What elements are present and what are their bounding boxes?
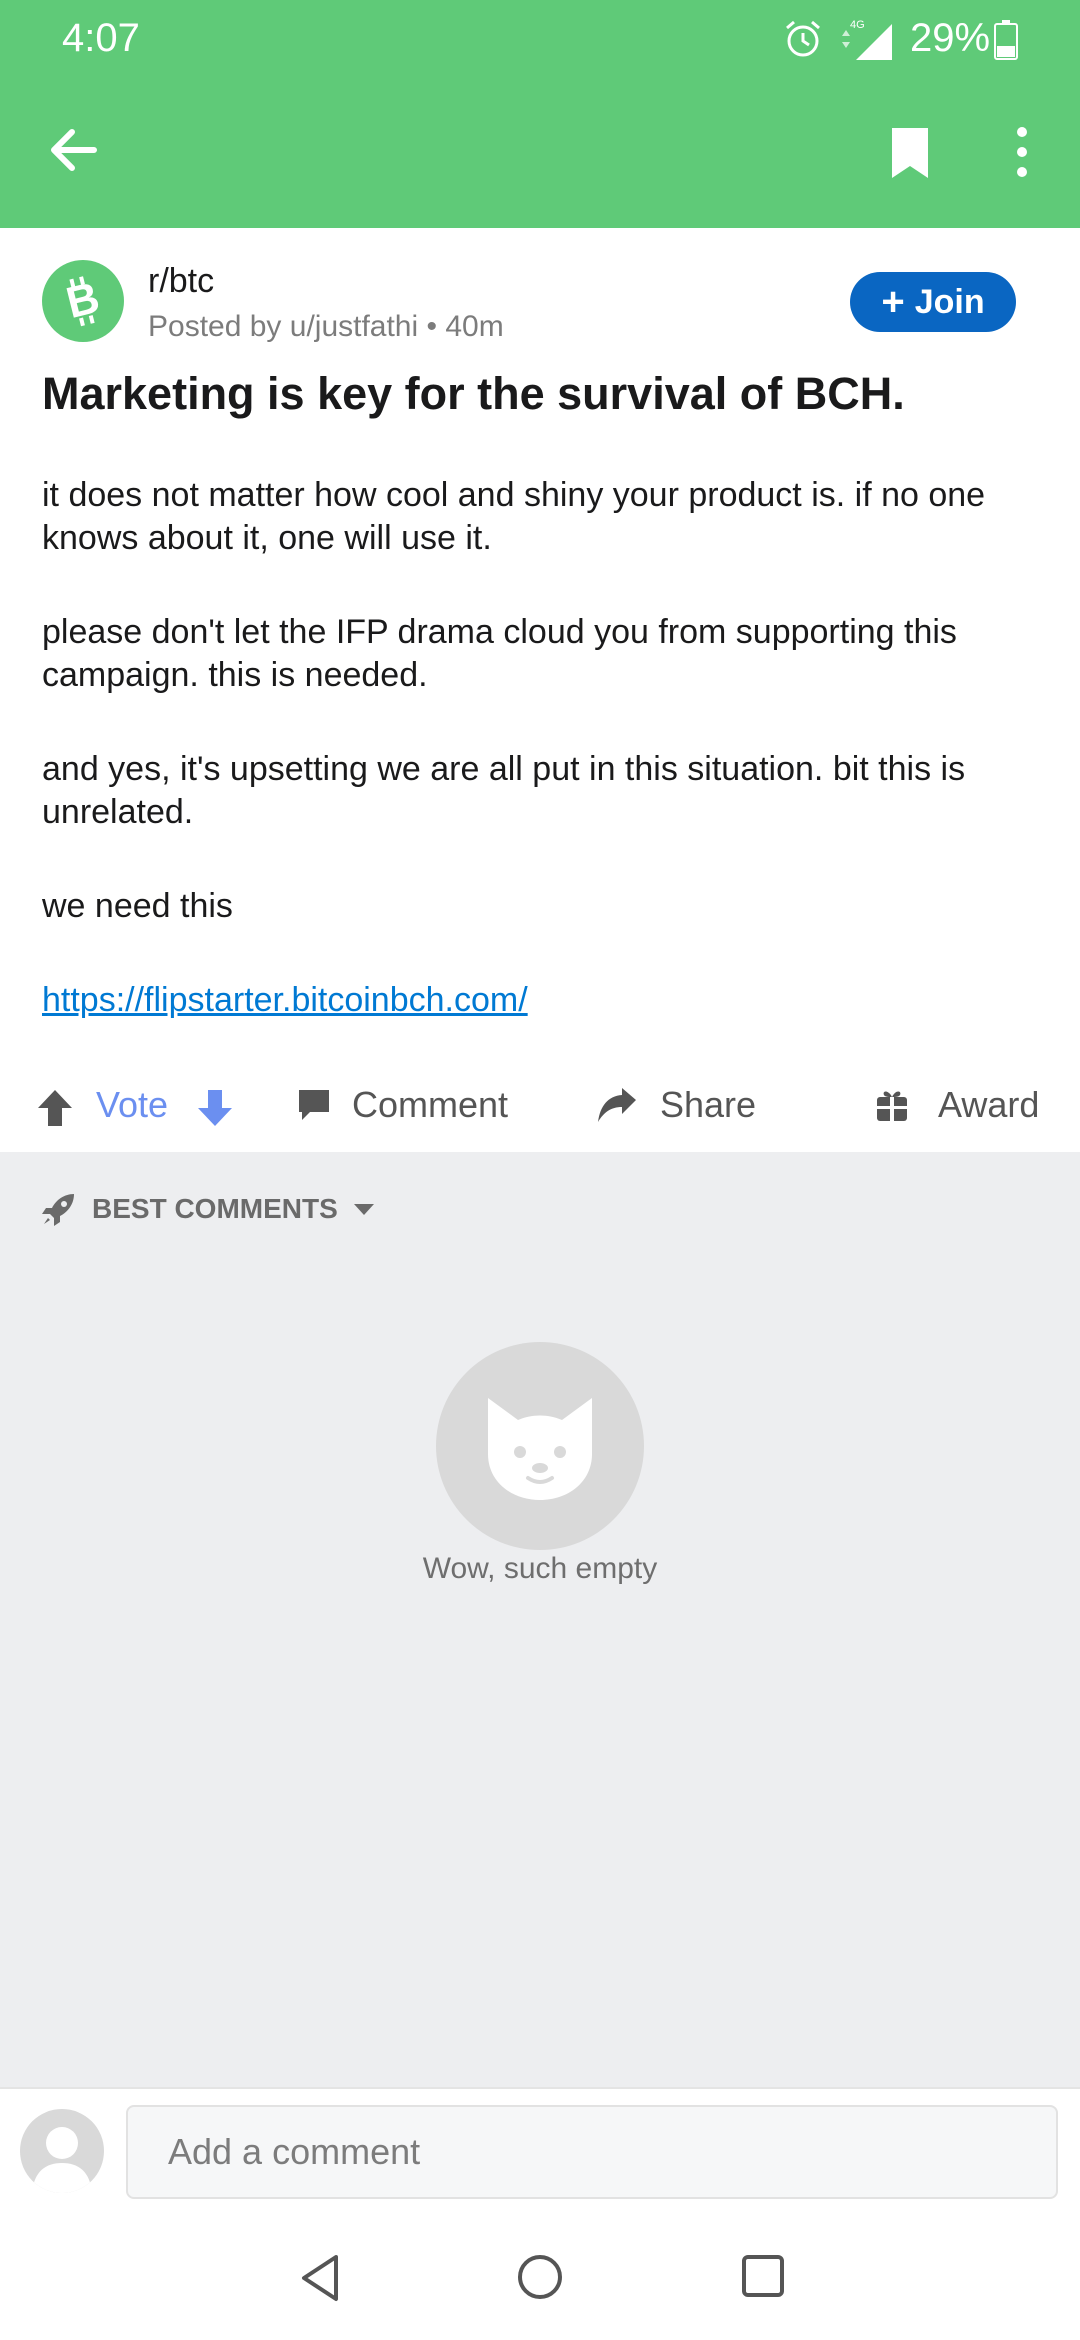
post-meta[interactable]: Posted by u/justfathi • 40m [148, 310, 504, 344]
subreddit-name[interactable]: r/btc [148, 262, 214, 301]
post-title: Marketing is key for the survival of BCH… [42, 368, 905, 419]
post: B r/btc Posted by u/justfathi • 40m + Jo… [0, 228, 1080, 1152]
nav-home-icon[interactable] [516, 2253, 564, 2301]
share-icon [598, 1088, 636, 1122]
add-comment-input[interactable]: Add a comment [126, 2105, 1058, 2199]
vote-label: Vote [96, 1084, 169, 1125]
nav-recents-icon[interactable] [740, 2253, 786, 2299]
subreddit-avatar[interactable]: B [42, 260, 124, 342]
user-silhouette-icon [32, 2127, 92, 2193]
status-time: 4:07 [62, 16, 140, 60]
post-body: it does not matter how cool and shiny yo… [42, 474, 1042, 1073]
comments-section: BEST COMMENTS Wow, such empty [0, 1152, 1080, 2087]
comment-button[interactable]: Comment [296, 1084, 508, 1126]
user-avatar[interactable] [20, 2109, 104, 2193]
share-label: Share [660, 1084, 757, 1125]
battery-percent: 29% [910, 16, 991, 60]
more-options-icon[interactable] [1004, 124, 1040, 180]
post-actions: Vote Comment Share Award [0, 1066, 1080, 1152]
top-bar: 4:07 4G 29% [0, 0, 1080, 228]
upvote-icon[interactable] [36, 1088, 74, 1128]
back-arrow-icon[interactable] [44, 120, 104, 180]
join-button[interactable]: + Join [850, 272, 1016, 332]
comment-icon [299, 1090, 329, 1120]
join-label: Join [914, 282, 985, 321]
award-label: Award [938, 1084, 1040, 1125]
share-button[interactable]: Share [596, 1084, 756, 1126]
award-button[interactable]: Award [874, 1084, 1039, 1126]
post-paragraph: and yes, it's upsetting we are all put i… [42, 750, 966, 831]
empty-state-illustration [436, 1342, 644, 1550]
comment-bar: Add a comment [0, 2087, 1080, 2215]
battery-icon [994, 20, 1018, 60]
downvote-icon[interactable] [196, 1088, 234, 1128]
status-bar: 4:07 4G 29% [0, 0, 1080, 80]
empty-state-text: Wow, such empty [422, 1552, 658, 1585]
system-nav-bar [0, 2215, 1080, 2340]
bitcoin-cash-icon: B [62, 273, 105, 328]
svg-text:4G: 4G [850, 19, 865, 31]
bookmark-icon[interactable] [886, 124, 934, 180]
post-paragraph: it does not matter how cool and shiny yo… [42, 476, 986, 557]
chevron-down-icon [353, 1204, 374, 1215]
comment-sort-button[interactable]: BEST COMMENTS [40, 1190, 376, 1228]
comment-label: Comment [352, 1084, 509, 1125]
post-paragraph: we need this [42, 887, 233, 925]
cat-face-icon [488, 1398, 592, 1500]
post-paragraph: please don't let the IFP drama cloud you… [42, 613, 957, 694]
alarm-icon [786, 20, 820, 57]
rocket-icon [42, 1194, 74, 1226]
plus-icon: + [881, 280, 905, 324]
post-link[interactable]: https://flipstarter.bitcoinbch.com/ [42, 981, 528, 1019]
signal-icon: 4G [842, 19, 892, 60]
nav-back-icon[interactable] [296, 2253, 344, 2303]
comment-sort-label: BEST COMMENTS [92, 1193, 338, 1224]
gift-icon [877, 1091, 907, 1121]
